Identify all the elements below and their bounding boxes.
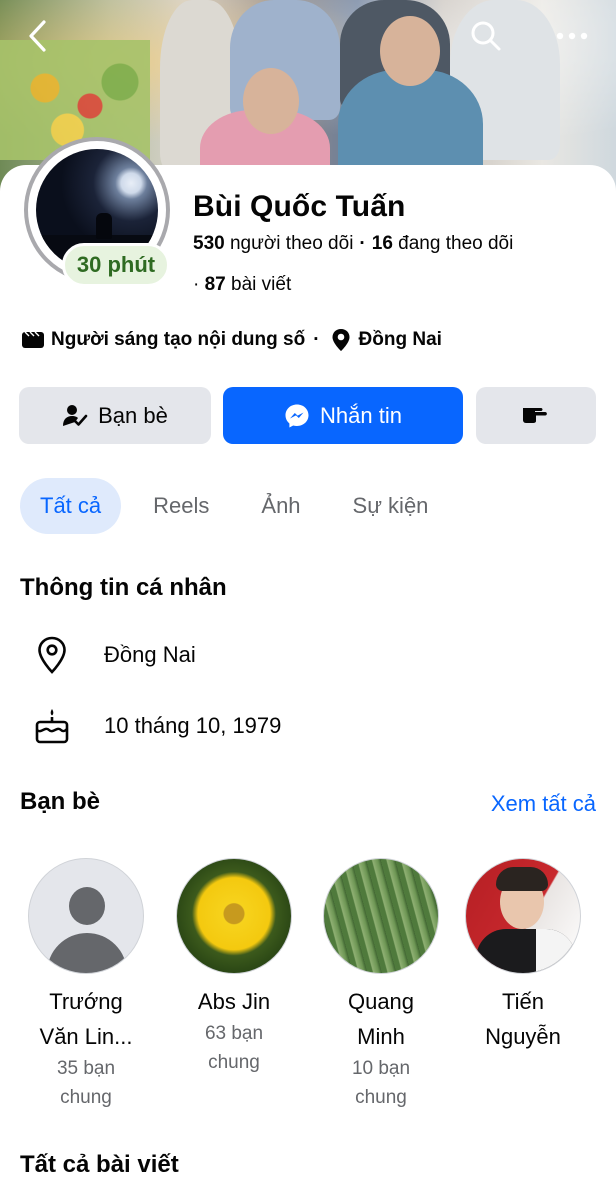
profile-meta: Người sáng tạo nội dung số · Đồng Nai: [20, 326, 442, 354]
poke-button[interactable]: [476, 387, 596, 444]
followers-count[interactable]: 530: [193, 233, 225, 254]
posts-count: 87: [204, 274, 226, 295]
friend-avatar[interactable]: [465, 858, 581, 974]
info-location-row: Đồng Nai: [32, 635, 196, 675]
category-text: Người sáng tạo nội dung số: [51, 329, 306, 350]
friend-card[interactable]: Trướng Văn Lin... 35 bạn chung: [21, 858, 151, 1112]
tab-reels[interactable]: Reels: [133, 478, 229, 534]
friend-card[interactable]: Abs Jin 63 bạn chung: [169, 858, 299, 1077]
info-location-text: Đồng Nai: [104, 642, 196, 667]
mutual-line: chung: [60, 1087, 112, 1108]
tab-events[interactable]: Sự kiện: [333, 478, 449, 534]
friend-mutual: 35 bạn chung: [21, 1054, 151, 1112]
friend-name-line: Tiến: [502, 989, 544, 1014]
mutual-line: chung: [355, 1087, 407, 1108]
friend-name-line: Abs Jin: [197, 989, 271, 1014]
friend-name-line: Trướng: [49, 989, 123, 1014]
friend-mutual: 10 bạn chung: [316, 1054, 446, 1112]
posts-label: bài viết: [231, 274, 292, 295]
follow-stats: 530 người theo dõi · 16 đang theo dõi: [193, 233, 513, 255]
message-button-label: Nhắn tin: [320, 402, 402, 428]
following-count[interactable]: 16: [372, 233, 393, 254]
search-button[interactable]: [466, 16, 506, 56]
friend-name-line: Minh: [357, 1024, 405, 1049]
messenger-icon: [284, 403, 310, 429]
poke-icon: [521, 402, 551, 430]
all-posts-title: Tất cả bài viết: [20, 1151, 179, 1178]
birthday-cake-icon: [32, 706, 72, 746]
profile-name: Bùi Quốc Tuấn: [193, 190, 406, 223]
location-text: Đồng Nai: [358, 329, 442, 350]
tab-photos[interactable]: Ảnh: [241, 478, 320, 534]
friend-card[interactable]: Tiến Nguyễn: [458, 858, 588, 1054]
separator-dot: ·: [359, 233, 366, 254]
followers-label[interactable]: người theo dõi: [230, 233, 353, 254]
friend-mutual: 63 bạn chung: [169, 1019, 299, 1077]
see-all-friends-link[interactable]: Xem tất cả: [491, 791, 596, 817]
friend-name-line: Quang: [347, 989, 415, 1014]
back-icon: [29, 20, 46, 52]
friend-name[interactable]: Trướng Văn Lin...: [21, 984, 151, 1054]
info-birthday-text: 10 tháng 10, 1979: [104, 713, 282, 738]
message-button[interactable]: Nhắn tin: [223, 387, 463, 444]
story-time-badge[interactable]: 30 phút: [62, 243, 170, 287]
friend-name-line: Văn Lin...: [39, 1024, 133, 1049]
default-avatar-body: [47, 933, 127, 973]
search-icon: [471, 21, 501, 51]
digital-creator-icon: [20, 327, 46, 353]
avatar-collar: [536, 929, 576, 973]
back-button[interactable]: [18, 16, 58, 56]
more-options-button[interactable]: [552, 16, 592, 56]
separator-dot: ·: [193, 274, 200, 295]
friend-avatar[interactable]: [176, 858, 292, 974]
friends-section-title: Bạn bè: [20, 788, 101, 815]
avatar-hair: [496, 867, 548, 891]
location-pin-icon: [32, 635, 72, 675]
cover-person-head: [380, 16, 440, 86]
separator-dot: ·: [313, 329, 320, 350]
friend-avatar[interactable]: [28, 858, 144, 974]
personal-info-title: Thông tin cá nhân: [20, 574, 227, 601]
location-pin-icon: [328, 327, 354, 353]
friend-card[interactable]: Quang Minh 10 bạn chung: [316, 858, 446, 1112]
friend-check-icon: [62, 403, 88, 429]
friend-name[interactable]: Abs Jin: [169, 984, 299, 1019]
mutual-line: 35 bạn: [56, 1058, 116, 1079]
friends-button[interactable]: Bạn bè: [19, 387, 211, 444]
friend-name-line: Nguyễn: [485, 1024, 561, 1049]
info-birthday-row: 10 tháng 10, 1979: [32, 706, 281, 746]
more-icon: [556, 32, 588, 40]
posts-stats: · 87 bài viết: [193, 274, 291, 296]
mutual-line: chung: [208, 1052, 260, 1073]
friends-button-label: Bạn bè: [98, 402, 168, 428]
mutual-line: 63 bạn: [204, 1023, 264, 1044]
mutual-line: 10 bạn: [351, 1058, 411, 1079]
friend-name[interactable]: Tiến Nguyễn: [458, 984, 588, 1054]
tab-all[interactable]: Tất cả: [20, 478, 122, 534]
profile-tabs: Tất cả Reels Ảnh Sự kiện: [20, 478, 460, 534]
cover-person-head: [243, 68, 299, 134]
following-label[interactable]: đang theo dõi: [398, 233, 513, 254]
default-avatar-head: [69, 887, 105, 925]
friend-name[interactable]: Quang Minh: [316, 984, 446, 1054]
friend-avatar[interactable]: [323, 858, 439, 974]
avatar-silhouette: [96, 213, 112, 239]
